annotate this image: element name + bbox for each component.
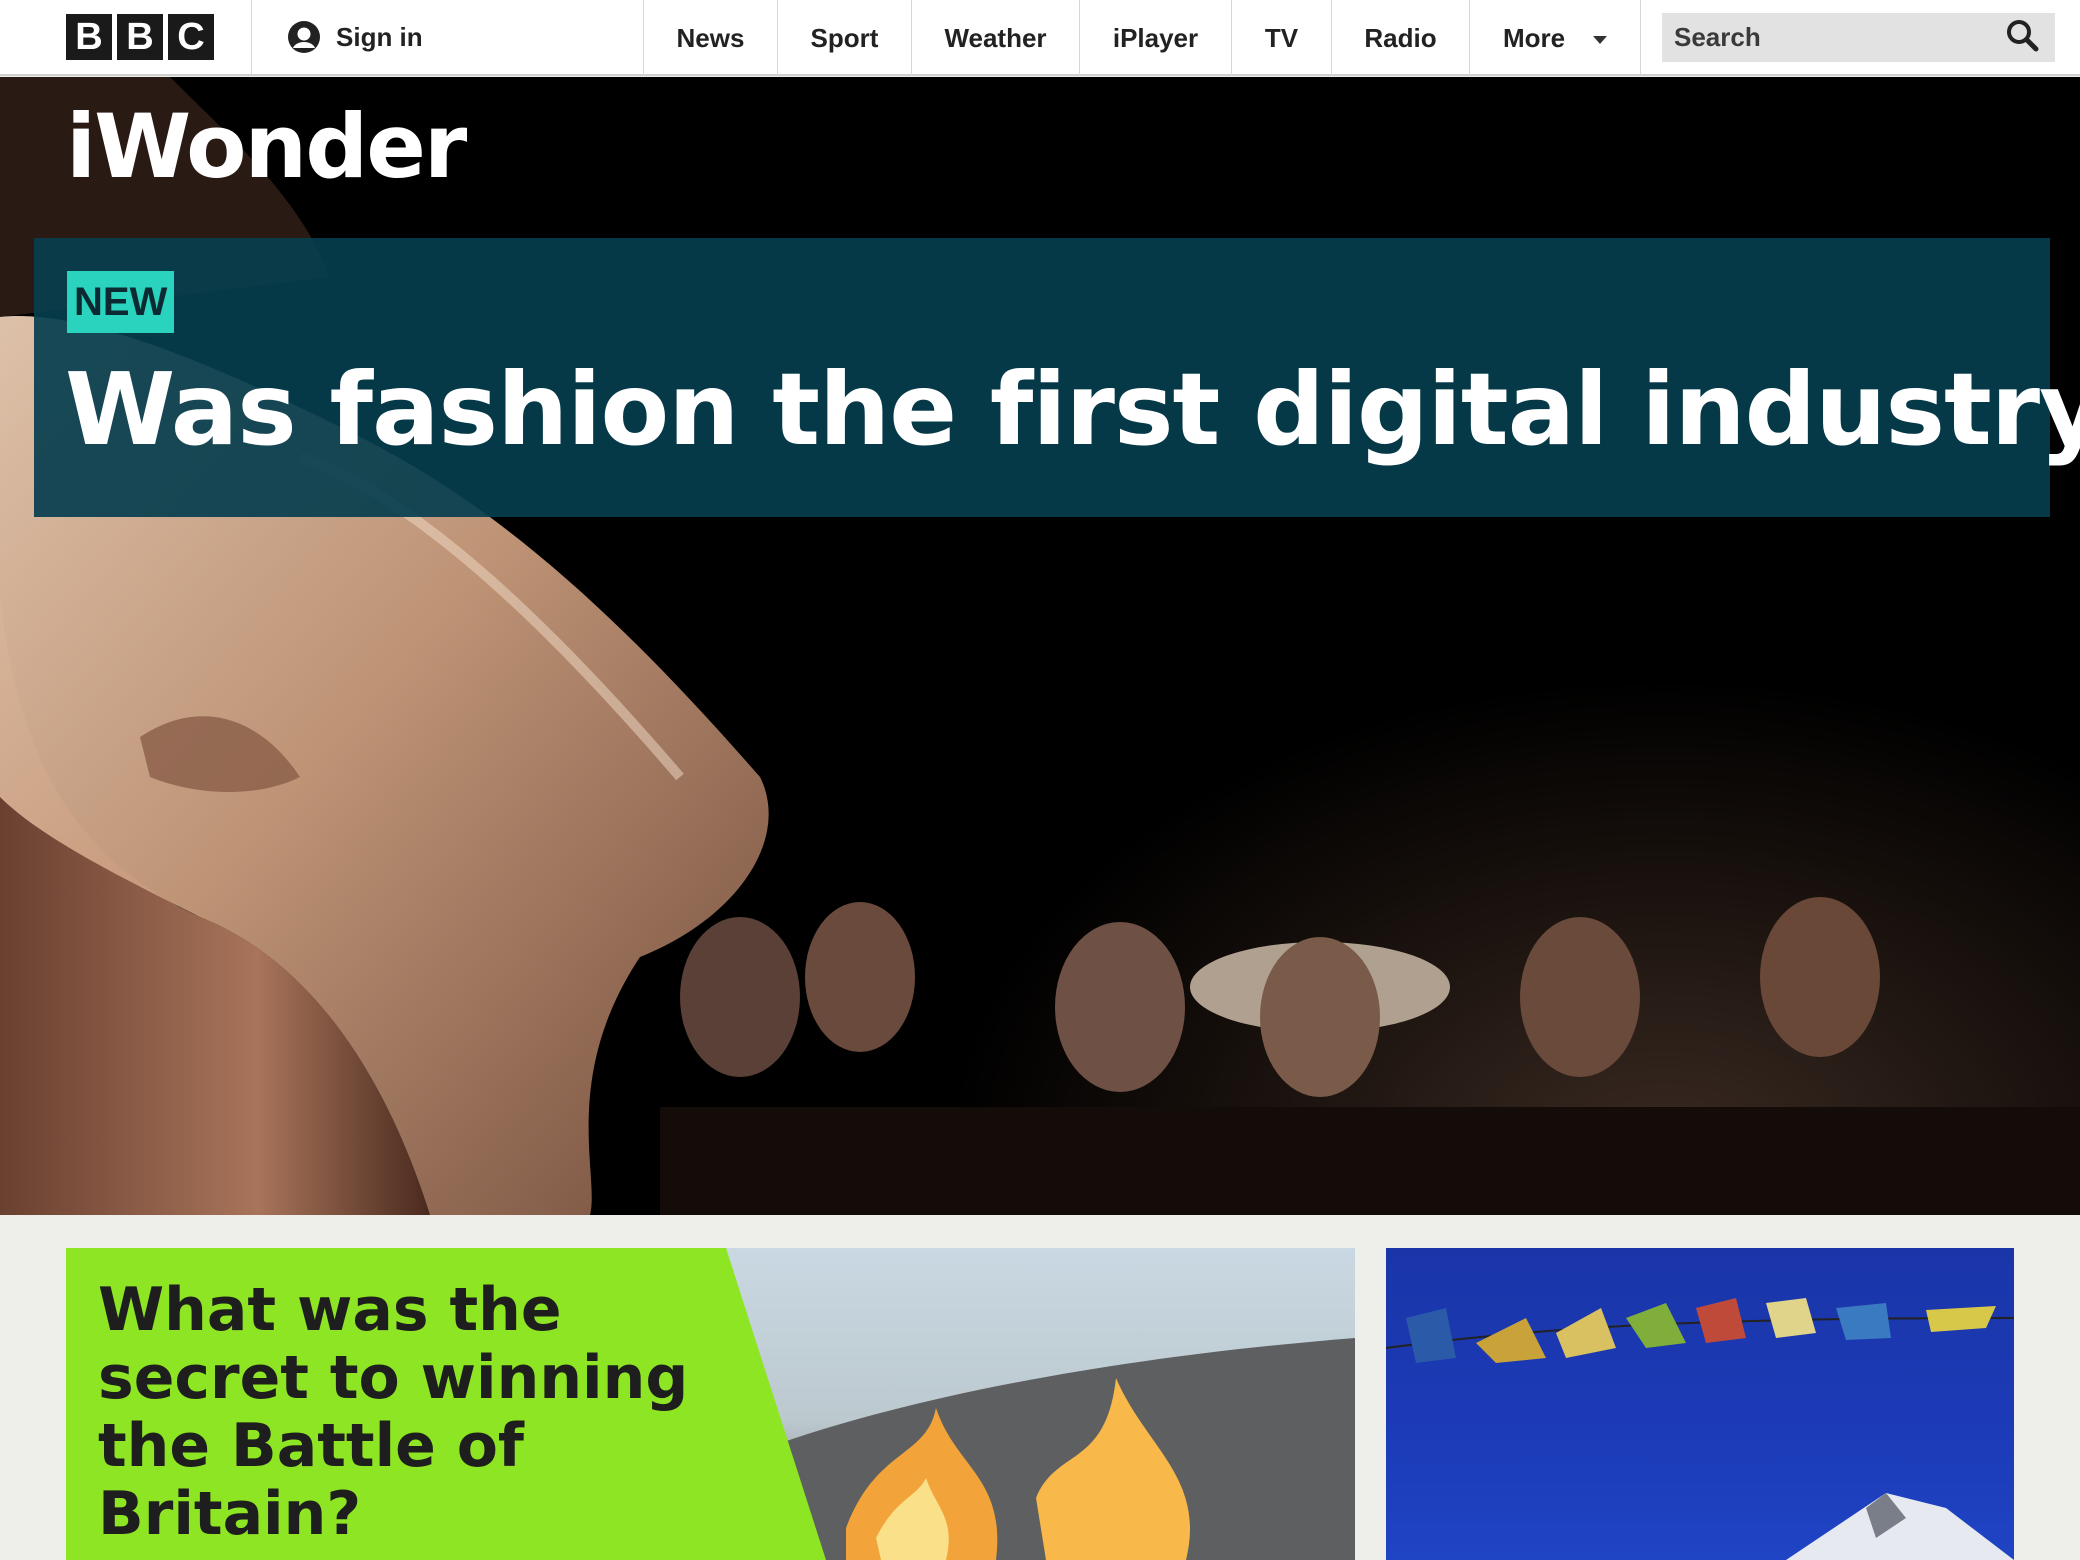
card-image-prayer-flags xyxy=(1386,1298,2014,1560)
logo-letter: C xyxy=(168,14,214,60)
nav-sport[interactable]: Sport xyxy=(777,0,911,76)
logo-letter: B xyxy=(66,14,112,60)
bbc-logo: B B C xyxy=(66,14,214,60)
more-label: More xyxy=(1502,22,1566,53)
hero-image-audience xyxy=(660,897,2080,1215)
promo-card-mountain[interactable] xyxy=(1386,1248,2014,1560)
search-box xyxy=(1662,12,2055,62)
card-title[interactable]: What was the secret to winning the Battl… xyxy=(98,1276,698,1548)
search-area xyxy=(1640,0,2055,74)
search-icon[interactable] xyxy=(2005,18,2039,57)
hero-banner[interactable]: iWonder NEW Was fashion the first digita… xyxy=(0,77,2080,1215)
nav-iplayer[interactable]: iPlayer xyxy=(1079,0,1231,76)
hero-headline[interactable]: Was fashion the first digital industry? xyxy=(65,350,2080,470)
nav-tv[interactable]: TV xyxy=(1231,0,1331,76)
nav-weather[interactable]: Weather xyxy=(911,0,1079,76)
logo-letter: B xyxy=(117,14,163,60)
new-badge: NEW xyxy=(67,271,175,333)
chevron-down-icon xyxy=(1593,36,1608,44)
main-nav: News Sport Weather iPlayer TV Radio More xyxy=(643,0,1640,76)
nav-radio[interactable]: Radio xyxy=(1331,0,1469,76)
iwonder-logo[interactable]: iWonder xyxy=(66,103,467,191)
bbc-global-nav: B B C Sign in News Sport Weather iPlayer… xyxy=(0,0,2080,76)
nav-more-button[interactable]: More xyxy=(1469,0,1640,76)
sign-in-label: Sign in xyxy=(336,21,423,52)
search-input[interactable] xyxy=(1674,21,1974,53)
nav-news[interactable]: News xyxy=(643,0,777,76)
sign-in-link[interactable]: Sign in xyxy=(252,0,542,74)
bbc-logo-link[interactable]: B B C xyxy=(0,0,251,74)
headline-panel: NEW Was fashion the first digital indust… xyxy=(34,238,2080,517)
promo-card-battle-of-britain[interactable]: What was the secret to winning the Battl… xyxy=(66,1248,1355,1560)
user-icon xyxy=(286,19,322,55)
